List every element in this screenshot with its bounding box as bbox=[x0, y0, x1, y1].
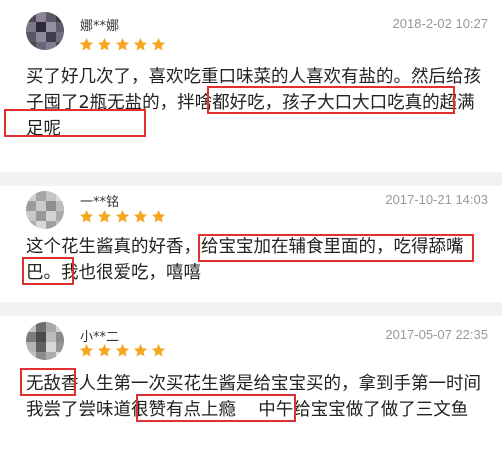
star-icon bbox=[115, 343, 130, 357]
star-icon bbox=[151, 37, 166, 51]
review-text: 这个花生酱真的好香，给宝宝加在辅食里面的，吃得舔嘴巴。我也很爱吃，嘻嘻 bbox=[26, 237, 464, 283]
star-icon bbox=[133, 343, 148, 357]
star-rating bbox=[79, 209, 166, 224]
star-icon bbox=[97, 209, 112, 223]
review-date: 2018-2-02 10:27 bbox=[392, 16, 488, 31]
star-icon bbox=[97, 37, 112, 51]
review-date: 2017-05-07 22:35 bbox=[385, 327, 488, 342]
star-icon bbox=[79, 37, 94, 51]
review-card: 小**二 2017-05-07 22:35 无敌香人生第一次买花生酱是给宝宝买的… bbox=[0, 316, 502, 453]
star-icon bbox=[79, 209, 94, 223]
star-icon bbox=[133, 209, 148, 223]
user-avatar[interactable] bbox=[26, 12, 64, 50]
star-icon bbox=[151, 209, 166, 223]
star-rating bbox=[79, 343, 166, 358]
star-icon bbox=[151, 343, 166, 357]
separator bbox=[0, 172, 502, 186]
user-avatar[interactable] bbox=[26, 191, 64, 229]
username: 一**铭 bbox=[80, 195, 120, 210]
star-icon bbox=[115, 37, 130, 51]
star-icon bbox=[79, 343, 94, 357]
review-text: 无敌香人生第一次买花生酱是给宝宝买的，拿到手第一时间我尝了尝味道很赞有点上瘾 中… bbox=[26, 374, 481, 420]
user-avatar[interactable] bbox=[26, 322, 64, 360]
star-icon bbox=[97, 343, 112, 357]
review-text: 买了好几次了，喜欢吃重口味菜的人喜欢有盐的。然后给孩子囤了2瓶无盐的，拌啥都好吃… bbox=[26, 67, 481, 139]
separator bbox=[0, 302, 502, 316]
review-card: 一**铭 2017-10-21 14:03 这个花生酱真的好香，给宝宝加在辅食里… bbox=[0, 186, 502, 302]
review-card: 娜**娜 2018-2-02 10:27 买了好几次了，喜欢吃重口味菜的人喜欢有… bbox=[0, 0, 502, 172]
review-date: 2017-10-21 14:03 bbox=[385, 192, 488, 207]
star-icon bbox=[133, 37, 148, 51]
username: 娜**娜 bbox=[80, 19, 120, 34]
star-rating bbox=[79, 37, 166, 52]
star-icon bbox=[115, 209, 130, 223]
